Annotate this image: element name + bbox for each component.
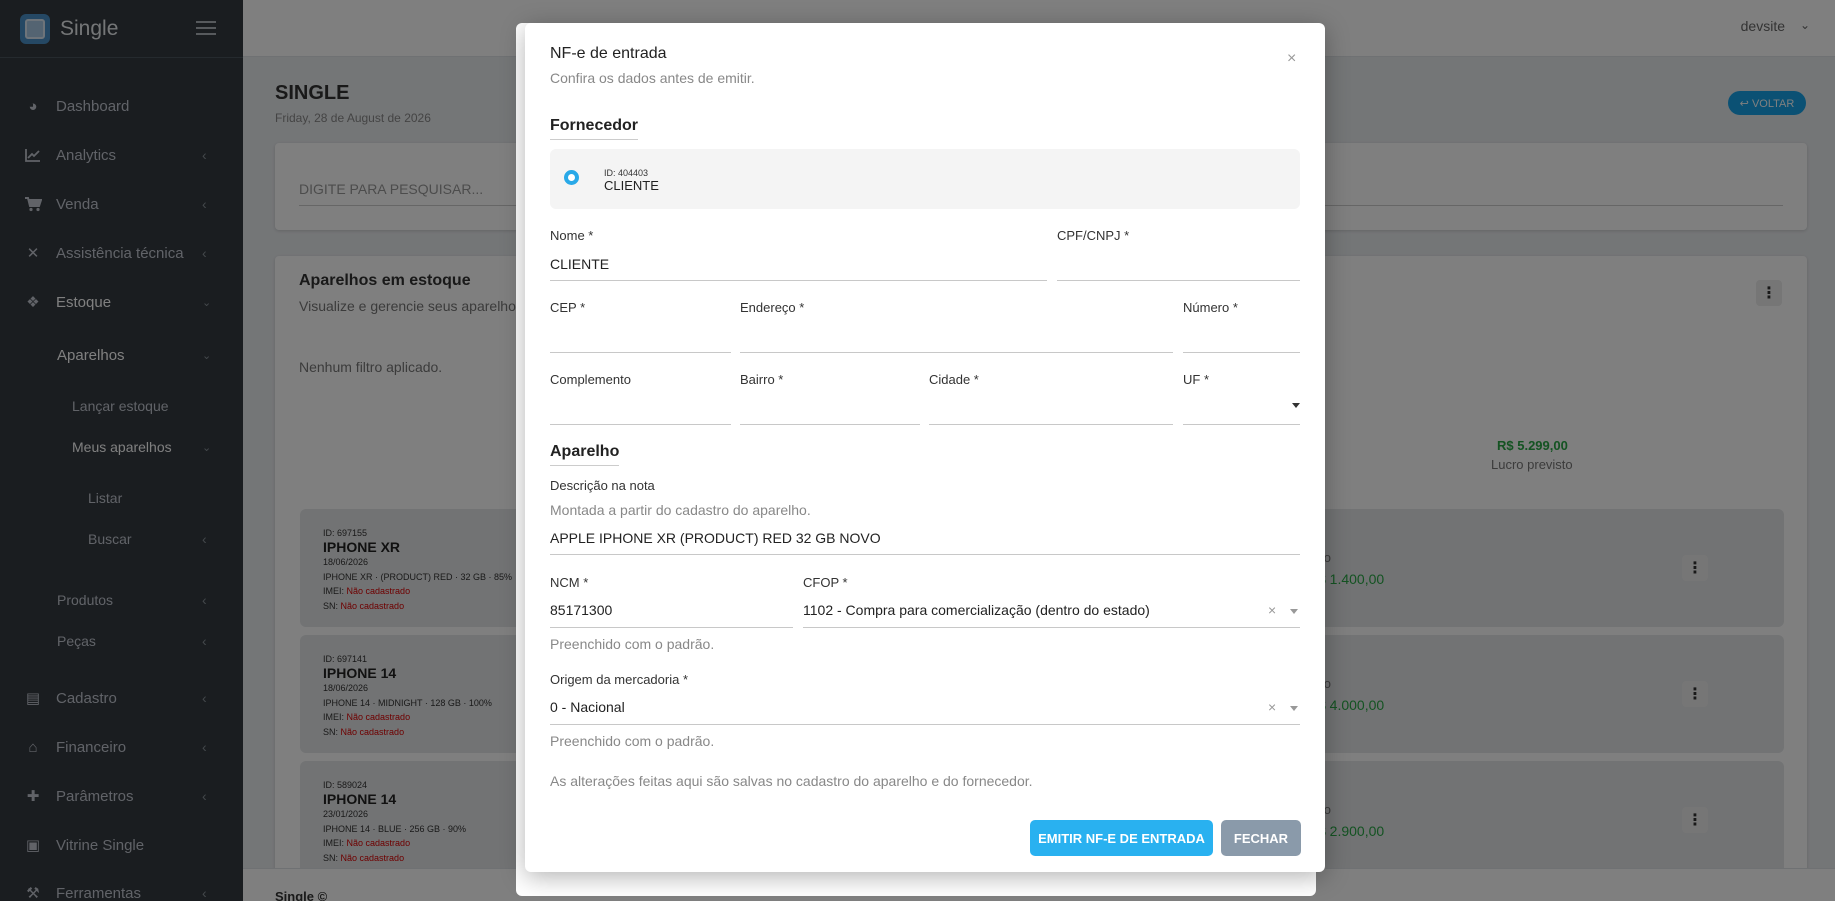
chevron-down-icon[interactable]	[1290, 609, 1298, 614]
save-note: As alterações feitas aqui são salvas no …	[550, 773, 1033, 789]
uf-select[interactable]	[1183, 424, 1300, 425]
supplier-name: CLIENTE	[604, 178, 659, 193]
cpf-field[interactable]	[1057, 280, 1300, 281]
numero-field[interactable]	[1183, 352, 1300, 353]
bairro-label: Bairro *	[740, 372, 784, 387]
complemento-label: Complemento	[550, 372, 631, 387]
endereco-label: Endereço *	[740, 300, 805, 315]
modal-title: NF-e de entrada	[550, 45, 667, 62]
numero-label: Número *	[1183, 300, 1238, 315]
close-button[interactable]: FECHAR	[1221, 820, 1301, 856]
cfop-label: CFOP *	[803, 575, 848, 590]
cfop-select[interactable]: 1102 - Compra para comercialização (dent…	[803, 602, 1150, 618]
ncm-field[interactable]: 85171300	[550, 602, 612, 618]
bairro-field[interactable]	[740, 424, 920, 425]
origem-select[interactable]: 0 - Nacional	[550, 699, 625, 715]
supplier-card: ID: 404403 CLIENTE	[550, 149, 1300, 209]
clear-icon[interactable]: ×	[1268, 699, 1276, 715]
ncm-hint: Preenchido com o padrão.	[550, 636, 715, 652]
cep-label: CEP *	[550, 300, 586, 315]
cpf-label: CPF/CNPJ *	[1057, 228, 1130, 243]
nfe-entrada-dialog: NF-e de entrada Confira os dados antes d…	[525, 23, 1325, 872]
nome-field[interactable]: CLIENTE	[550, 256, 609, 272]
origem-label: Origem da mercadoria *	[550, 672, 688, 687]
complemento-field[interactable]	[550, 424, 731, 425]
origem-hint: Preenchido com o padrão.	[550, 733, 715, 749]
descricao-underline	[550, 554, 1300, 555]
close-icon[interactable]: ×	[1287, 50, 1296, 68]
cidade-field[interactable]	[929, 424, 1173, 425]
clear-icon[interactable]: ×	[1268, 602, 1276, 618]
user-circle-icon	[564, 170, 579, 185]
nome-underline	[550, 280, 1047, 281]
device-section-title: Aparelho	[550, 443, 620, 466]
emit-nfe-button[interactable]: EMITIR NF-E DE ENTRADA	[1030, 820, 1213, 856]
uf-label: UF *	[1183, 372, 1209, 387]
descricao-field[interactable]: APPLE IPHONE XR (PRODUCT) RED 32 GB NOVO	[550, 530, 881, 546]
supplier-section-title: Fornecedor	[550, 117, 639, 140]
ncm-label: NCM *	[550, 575, 589, 590]
supplier-id: ID: 404403	[604, 168, 649, 178]
endereco-field[interactable]	[740, 352, 1173, 353]
ncm-underline	[550, 627, 793, 628]
descricao-hint: Montada a partir do cadastro do aparelho…	[550, 502, 811, 518]
modal-subtitle: Confira os dados antes de emitir.	[550, 70, 755, 86]
nome-label: Nome *	[550, 228, 594, 243]
descricao-label: Descrição na nota	[550, 478, 655, 493]
cidade-label: Cidade *	[929, 372, 979, 387]
chevron-down-icon[interactable]	[1290, 706, 1298, 711]
cep-field[interactable]	[550, 352, 731, 353]
origem-underline	[550, 724, 1300, 725]
chevron-down-icon[interactable]	[1292, 403, 1300, 408]
cfop-underline	[803, 627, 1300, 628]
